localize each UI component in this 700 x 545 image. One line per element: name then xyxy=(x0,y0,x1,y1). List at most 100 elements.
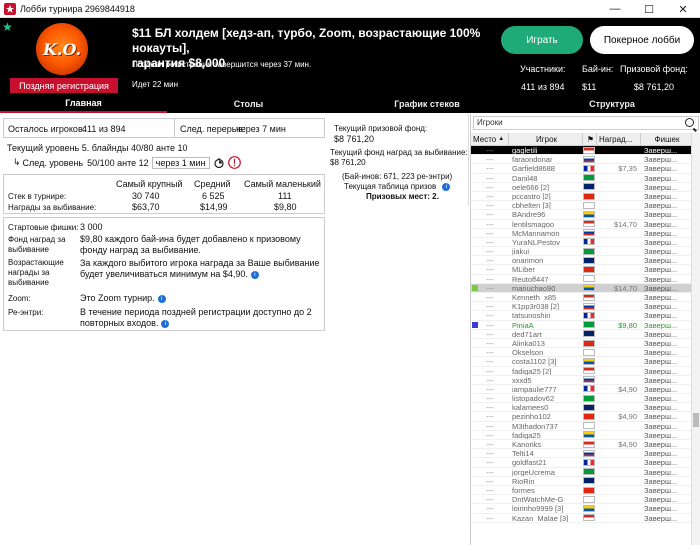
maximize-button[interactable]: ☐ xyxy=(632,0,666,18)
player-place: --- xyxy=(486,495,494,505)
player-row[interactable]: --- K1pp3r038 [2] Заверш... xyxy=(471,302,691,312)
player-row[interactable]: --- goldfast21 Заверш... xyxy=(471,458,691,468)
player-row[interactable]: --- Kenneth_x85 Заверш... xyxy=(471,293,691,303)
player-place: --- xyxy=(486,256,494,266)
player-place: --- xyxy=(486,394,494,404)
player-row[interactable]: --- M3thadon737 Заверш... xyxy=(471,422,691,431)
player-flag xyxy=(583,146,597,154)
ko-logo-icon: K.O. xyxy=(36,23,88,75)
col-player-header[interactable]: Игрок xyxy=(509,133,583,145)
close-button[interactable]: ✕ xyxy=(666,0,700,18)
prize-info-pane: Текущий призовой фонд: $8 761,20 Текущий… xyxy=(328,114,470,545)
info-icon[interactable]: i xyxy=(442,182,451,191)
player-row[interactable]: --- cbhelten [3] Заверш... xyxy=(471,201,691,211)
player-chips: Заверш... xyxy=(644,237,678,247)
player-row[interactable]: --- Danil48 Заверш... xyxy=(471,174,691,183)
player-row[interactable]: --- loirinho9999 [3] Заверш... xyxy=(471,504,691,514)
player-row[interactable]: --- DntWatchMe-G Заверш... xyxy=(471,495,691,505)
alert-icon[interactable] xyxy=(227,156,241,169)
tab-stack-chart[interactable]: График стеков xyxy=(330,95,524,113)
player-place: --- xyxy=(486,357,494,367)
player-row[interactable]: --- Okselson Заверш... xyxy=(471,348,691,358)
player-row[interactable]: --- xxxd5 Заверш... xyxy=(471,376,691,385)
player-bounty xyxy=(597,422,641,430)
bounty-average: $14,99 xyxy=(200,202,228,212)
country-flag-icon xyxy=(583,293,595,301)
player-row[interactable]: --- Garfield8688 $7,35 Заверш... xyxy=(471,164,691,174)
player-row[interactable]: --- pccastro [2] Заверш... xyxy=(471,192,691,202)
player-row[interactable]: --- YuraNLPestov Заверш... xyxy=(471,237,691,248)
country-flag-icon xyxy=(583,403,595,411)
col-bounty-header[interactable]: Наград... xyxy=(597,133,641,145)
player-row[interactable]: --- Reutoff447 Заверш... xyxy=(471,275,691,284)
col-flag-header[interactable]: ⚑ xyxy=(583,133,597,145)
player-row[interactable]: --- listopadov62 Заверш... xyxy=(471,394,691,404)
player-row[interactable]: --- tatsunoshin Заверш... xyxy=(471,311,691,321)
player-row[interactable]: --- fadiga25 Заверш... xyxy=(471,431,691,440)
poker-lobby-button[interactable]: Покерное лобби xyxy=(590,26,694,54)
player-row[interactable]: --- jiakui Заверш... xyxy=(471,247,691,257)
player-chips: Заверш... xyxy=(644,467,678,476)
player-name: manuchao90 xyxy=(512,283,556,292)
player-row[interactable]: --- MLiber Заверш... xyxy=(471,265,691,275)
player-place: --- xyxy=(471,321,509,330)
player-row[interactable]: --- RioRin Заверш... xyxy=(471,477,691,486)
player-name: RioRin xyxy=(512,476,535,485)
player-row[interactable]: --- jorgeUcrema Заверш... xyxy=(471,468,691,477)
player-row[interactable]: --- iampaulie777 $4,90 Заверш... xyxy=(471,385,691,395)
player-row[interactable]: --- costa1102 [3] Заверш... xyxy=(471,357,691,367)
player-bounty xyxy=(597,247,641,255)
player-place: --- xyxy=(471,284,509,293)
player-bounty xyxy=(597,192,641,200)
player-row[interactable]: --- Telti14 Заверш... xyxy=(471,449,691,459)
bounty-fund-value: $9,80 каждого бай-ина будет добавлено к … xyxy=(80,234,301,255)
tab-main[interactable]: Главная xyxy=(0,95,167,113)
info-icon[interactable]: i xyxy=(161,319,170,328)
minimize-button[interactable]: — xyxy=(598,0,632,18)
player-bounty: $7,35 xyxy=(618,164,637,174)
player-row[interactable]: --- BAndre96 Заверш... xyxy=(471,210,691,220)
player-row[interactable]: --- McMannamon Заверш... xyxy=(471,229,691,238)
scrollbar-thumb[interactable] xyxy=(693,413,699,427)
tab-tables[interactable]: Столы xyxy=(167,95,330,113)
player-row[interactable]: --- pezinho102 $4,90 Заверш... xyxy=(471,412,691,422)
col-chips-header[interactable]: Фишек xyxy=(641,133,691,145)
player-row[interactable]: --- Alinka013 Заверш... xyxy=(471,338,691,349)
players-search-input[interactable]: Игроки xyxy=(473,116,699,130)
player-place: --- xyxy=(486,274,494,284)
player-bounty xyxy=(597,348,641,356)
search-icon[interactable] xyxy=(685,118,694,127)
player-row[interactable]: --- kalamees0 Заверш... xyxy=(471,403,691,413)
player-chips: Заверш... xyxy=(644,265,678,274)
stack-largest: 30 740 xyxy=(132,191,160,201)
player-row[interactable]: --- ded71art Заверш... xyxy=(471,330,691,339)
info-icon[interactable]: i xyxy=(157,294,166,303)
player-row[interactable]: --- manuchao90 $14,70 Заверш... xyxy=(471,283,691,293)
player-place: --- xyxy=(486,329,494,339)
player-row[interactable]: --- lentilsmagoo $14,70 Заверш... xyxy=(471,220,691,229)
player-row[interactable]: --- PiniaA $9,80 Заверш... xyxy=(471,321,691,330)
stack-average: 6 525 xyxy=(202,191,225,201)
players-scrollbar[interactable] xyxy=(691,133,700,545)
player-row[interactable]: --- gagletili Заверш... xyxy=(471,146,691,156)
player-name: lentilsmagoo xyxy=(512,219,555,228)
player-row[interactable]: --- onarimon Заверш... xyxy=(471,256,691,266)
prize-pool-stat: Призовой фонд: $8 761,20 xyxy=(620,64,688,92)
tab-structure[interactable]: Структура xyxy=(524,95,700,113)
player-name: K1pp3r038 [2] xyxy=(512,302,560,311)
player-row[interactable]: --- Kanoriks $4,90 Заверш... xyxy=(471,440,691,450)
info-icon[interactable]: i xyxy=(250,270,259,279)
play-button[interactable]: Играть xyxy=(501,26,583,54)
player-place: --- xyxy=(486,403,494,413)
col-place-header[interactable]: Место ▲ xyxy=(471,133,509,145)
prize-table-link[interactable]: Текущая таблица призов i xyxy=(344,182,451,191)
player-bounty xyxy=(597,431,641,439)
player-row[interactable]: --- oele666 [2] Заверш... xyxy=(471,183,691,192)
player-row[interactable]: --- fadiga25 [2] Заверш... xyxy=(471,367,691,376)
player-chips: Заверш... xyxy=(644,338,678,348)
player-row[interactable]: --- Kazan_Malae [3] Заверш... xyxy=(471,514,691,523)
player-flag xyxy=(583,431,597,439)
player-row[interactable]: --- faraondonar Заверш... xyxy=(471,155,691,165)
player-row[interactable]: --- formes Заверш... xyxy=(471,486,691,496)
progressive-bounty-label: Возрастающие награды за выбивание xyxy=(8,258,64,287)
